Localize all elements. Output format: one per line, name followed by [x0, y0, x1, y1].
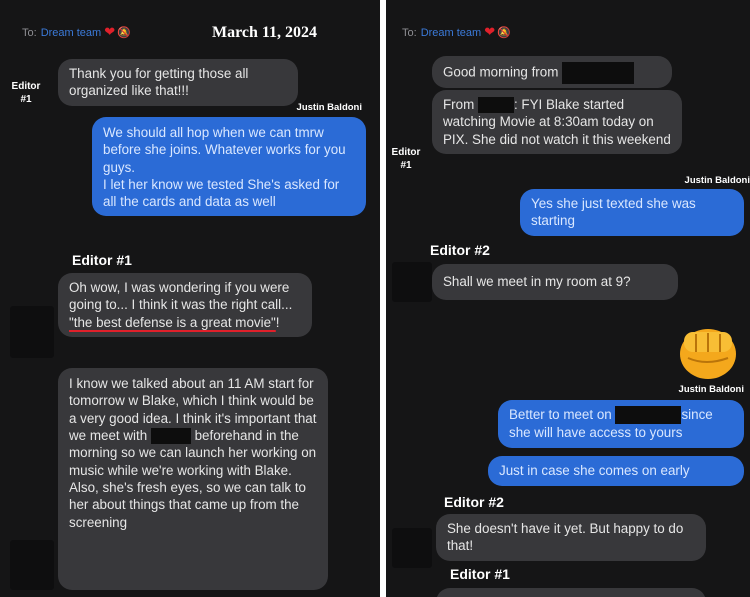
sender-label-editor1-small: Editor #1: [11, 81, 41, 105]
sender-label-editor1: Editor #1: [450, 566, 510, 582]
right-screenshot-panel: To: Dream team ❤ 🔕 Good morning from Editor…: [386, 0, 750, 597]
avatar: [392, 528, 432, 568]
sender-name-justin: Justin Baldoni: [684, 175, 750, 186]
redacted-name: [562, 62, 635, 84]
sender-label-editor1: Editor #1: [72, 252, 132, 268]
message-bubble-received: Thank you for getting those all organize…: [58, 59, 298, 106]
to-prefix: To:: [22, 27, 37, 39]
recipient-name[interactable]: Dream team: [421, 27, 482, 39]
fist-bump-emoji: [680, 329, 736, 379]
sender-label-editor1-small: Editor #1: [391, 147, 421, 171]
screenshot-date: March 11, 2024: [212, 24, 318, 41]
sender-name-justin: Justin Baldoni: [296, 102, 362, 113]
underlined-quote: "the best defense is a great movie": [69, 314, 276, 330]
sender-label-editor2: Editor #2: [430, 242, 490, 258]
message-bubble-sent: Just in case she comes on early: [488, 456, 744, 486]
message-bubble-received: Shall we meet in my room at 9?: [432, 264, 678, 300]
sender-label-editor2: Editor #2: [444, 494, 504, 510]
muted-bell-icon: 🔕: [497, 27, 511, 39]
message-bubble-sent: Better to meet on since she will have ac…: [498, 400, 744, 448]
heart-icon: ❤: [104, 24, 116, 39]
message-bubble-received: She doesn't have it yet. But happy to do…: [436, 514, 706, 561]
to-prefix: To:: [402, 27, 417, 39]
left-screenshot-panel: To: Dream team ❤ 🔕 March 11, 2024 Editor #1…: [0, 0, 380, 597]
message-bubble-received: Oh wow, I was wondering if you were goin…: [58, 273, 312, 337]
message-line: We should all hop when we can tmrw befor…: [103, 125, 346, 175]
message-bubble-received-partial: [436, 588, 706, 597]
message-bubble-received: Good morning from: [432, 56, 672, 88]
avatar: [10, 540, 54, 590]
muted-bell-icon: 🔕: [117, 27, 131, 39]
message-bubble-received: From : FYI Blake started watching Movie …: [432, 90, 682, 155]
recipient-name[interactable]: Dream team: [41, 27, 102, 39]
message-bubble-received: I know we talked about an 11 AM start fo…: [58, 368, 328, 590]
redacted-name: [615, 406, 682, 425]
heart-icon: ❤: [484, 24, 496, 39]
message-bubble-sent: Yes she just texted she was starting: [520, 189, 744, 236]
recipient-line: To: Dream team ❤ 🔕: [402, 24, 511, 40]
message-bubble-sent: We should all hop when we can tmrw befor…: [92, 117, 366, 217]
redacted-name: [477, 97, 514, 114]
recipient-line: To: Dream team ❤ 🔕: [22, 24, 131, 40]
message-line: I let her know we tested She's asked for…: [103, 176, 340, 210]
sender-name-justin: Justin Baldoni: [678, 384, 744, 395]
avatar: [392, 262, 432, 302]
redacted-name: [150, 428, 191, 445]
avatar: [10, 306, 54, 358]
